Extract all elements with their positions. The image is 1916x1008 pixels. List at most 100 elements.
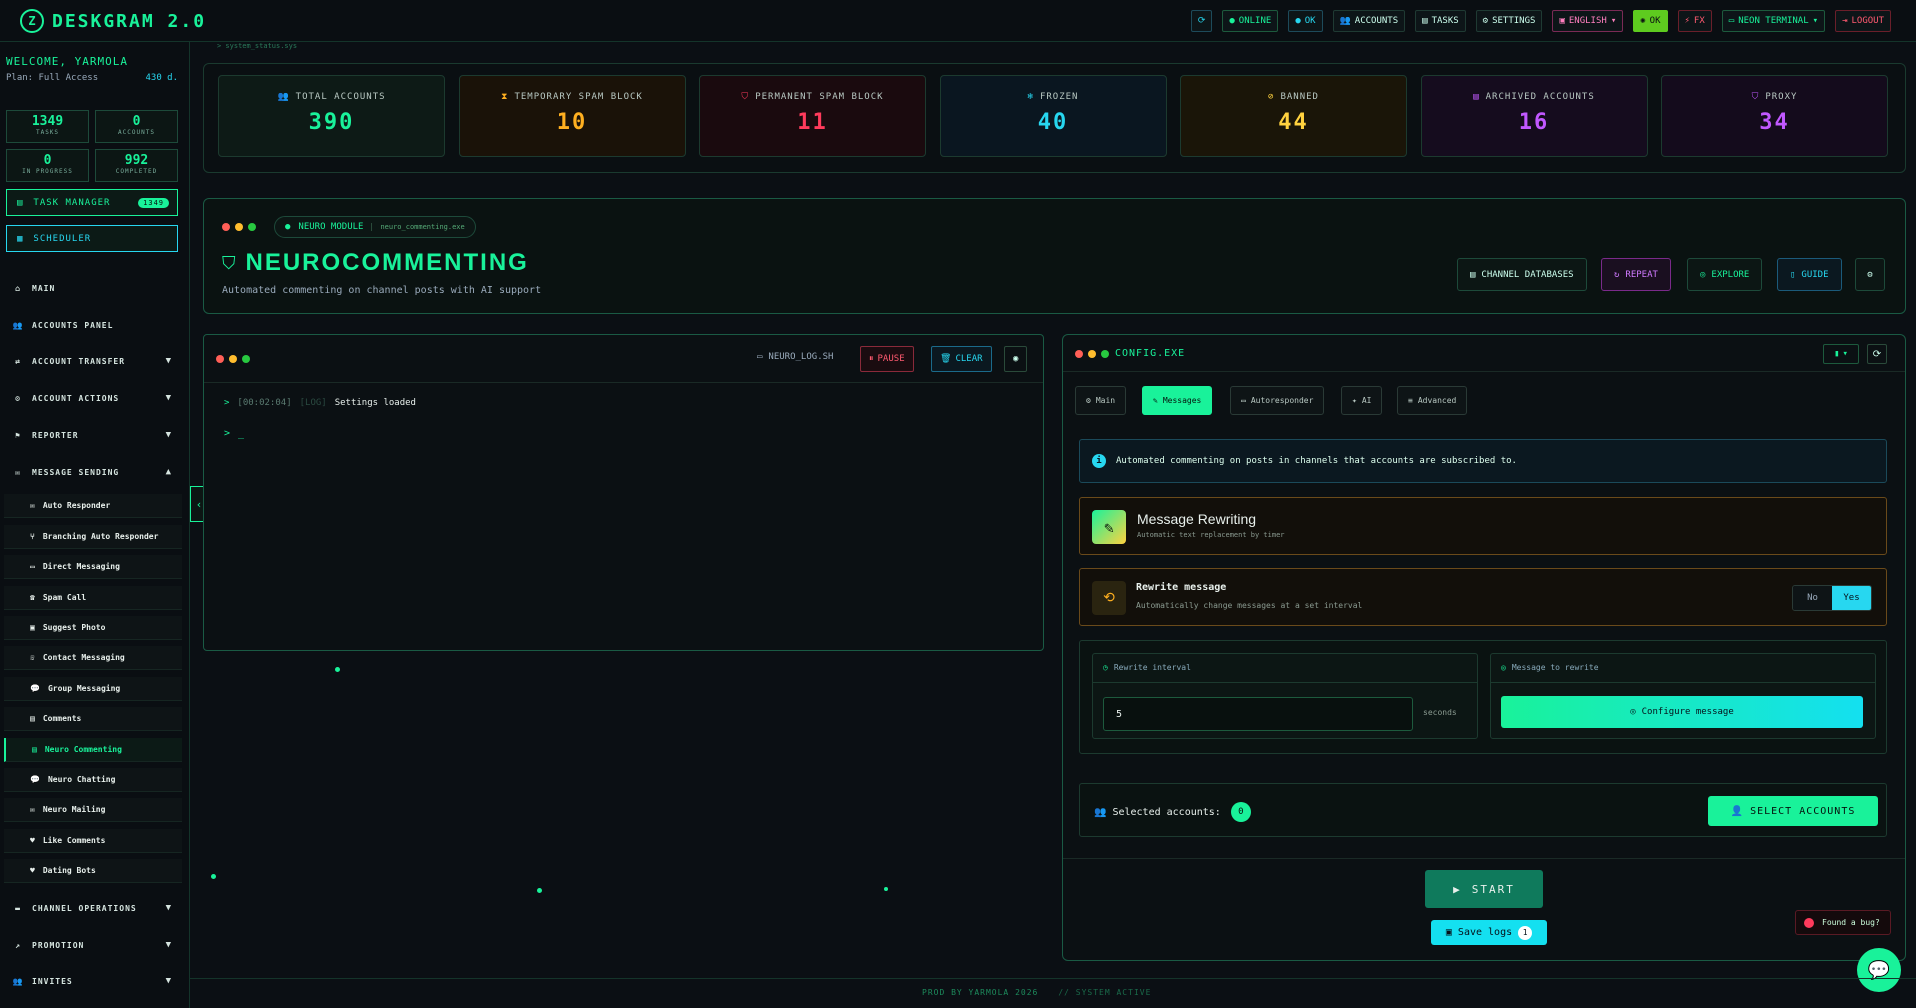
status-card-banned[interactable]: ⊘ BANNED 44 [1180,75,1407,157]
sub-group-messaging[interactable]: 💬 Group Messaging [4,677,182,701]
start-button[interactable]: ▶ START [1425,870,1543,908]
close-dot-icon[interactable] [222,223,230,231]
nav-channel-operations[interactable]: ▬ CHANNEL OPERATIONS ▼ [12,899,172,917]
window-controls [1075,350,1109,358]
save-logs-button[interactable]: ▣ Save logs 1 [1431,920,1547,945]
sub-neuro-commenting[interactable]: ▤ Neuro Commenting [4,738,182,762]
chat-support-button[interactable]: 💬 [1857,948,1901,992]
configure-message-button[interactable]: ◎ Configure message [1501,696,1863,728]
chart-icon: ↗ [15,940,21,950]
tab-advanced[interactable]: ≡ Advanced [1397,386,1468,415]
chevron-down-icon: ▼ [165,356,172,366]
repeat-button[interactable]: ↻ REPEAT [1601,258,1671,291]
theme-select[interactable]: ▭ NEON TERMINAL ▾ [1721,10,1826,32]
fx-button[interactable]: ⚡ FX [1677,10,1712,32]
clipboard-icon: ▤ [1422,16,1428,26]
nav-label: REPORTER [32,430,79,440]
scheduler-button[interactable]: ▦ SCHEDULER [6,225,178,252]
minimize-dot-icon[interactable] [1088,350,1096,358]
rewrite-toggle[interactable]: No Yes [1792,585,1872,611]
interval-input[interactable]: 5 [1103,697,1413,731]
accounts-button[interactable]: 👥 ACCOUNTS [1332,10,1406,32]
sub-contact-messaging[interactable]: ☏ Contact Messaging [4,646,182,670]
nav-promotion[interactable]: ↗ PROMOTION ▼ [12,936,172,954]
refresh-button[interactable]: ⟳ [1190,10,1213,32]
toggle-yes[interactable]: Yes [1832,586,1871,610]
tasks-button[interactable]: ▤ TASKS [1415,10,1466,32]
sub-comments[interactable]: ▤ Comments [4,707,182,731]
ok-status[interactable]: ● OK [1288,10,1323,32]
online-status[interactable]: ● ONLINE [1222,10,1279,32]
guide-button[interactable]: ▯ GUIDE [1777,258,1842,291]
footer: PROD BY YARMOLA 2026 // SYSTEM ACTIVE [922,988,1151,997]
status-card-permanent-spam-block[interactable]: ⛉ PERMANENT SPAM BLOCK 11 [699,75,926,157]
status-dot-icon: ● [1229,16,1235,26]
report-bug-button[interactable]: Found a bug? [1795,910,1891,935]
status-card-frozen[interactable]: ❄ FROZEN 40 [939,75,1167,157]
save-preset-dropdown[interactable]: ▮ ▾ [1823,344,1859,364]
minimize-dot-icon[interactable] [229,355,237,363]
nav-account-actions[interactable]: ⚙ ACCOUNT ACTIONS ▼ [12,389,172,407]
tab-messages[interactable]: ✎ Messages [1142,386,1213,415]
input-line[interactable]: > _ [224,428,244,439]
status-card-archived-accounts[interactable]: ▤ ARCHIVED ACCOUNTS 16 [1420,75,1648,157]
sub-dating-bots[interactable]: ♥ Dating Bots [4,859,182,883]
task-manager-button[interactable]: ▤ TASK MANAGER 1349 [6,189,178,216]
select-accounts-button[interactable]: 👤 SELECT ACCOUNTS [1708,796,1878,826]
clear-button[interactable]: 🗑 CLEAR [931,346,992,372]
maximize-dot-icon[interactable] [248,223,256,231]
card-title-row: 👥 TOTAL ACCOUNTS [219,92,444,102]
language-select[interactable]: ▣ ENGLISH ▾ [1552,10,1624,32]
card-title: TOTAL ACCOUNTS [295,92,386,102]
mail-icon: ✉ [30,501,35,510]
nav-main[interactable]: ⌂ MAIN [12,279,172,297]
sub-neuro-mailing[interactable]: ✉ Neuro Mailing [4,798,182,822]
sub-branching-auto-responder[interactable]: ⑂ Branching Auto Responder [4,525,182,549]
tab-autoresponder[interactable]: ▭ Autoresponder [1230,386,1325,415]
tab-ai[interactable]: ✦ AI [1341,386,1383,415]
log-line: > [00:02:04] [LOG] Settings loaded [224,398,416,408]
sub-suggest-photo[interactable]: ▣ Suggest Photo [4,616,182,640]
sub-neuro-chatting[interactable]: 💬 Neuro Chatting [4,768,182,792]
pause-button[interactable]: ⏸ PAUSE [860,346,914,372]
ok-button[interactable]: ✺ OK [1633,10,1668,32]
status-card-temporary-spam-block[interactable]: ⧗ TEMPORARY SPAM BLOCK 10 [458,75,686,157]
sub-direct-messaging[interactable]: ▭ Direct Messaging [4,555,182,579]
app-logo[interactable]: Z DESKGRAM 2.0 [20,9,206,33]
maximize-dot-icon[interactable] [1101,350,1109,358]
sub-spam-call[interactable]: ☎ Spam Call [4,586,182,610]
nav-label: MAIN [32,283,56,293]
settings-button[interactable]: ⚙ SETTINGS [1475,10,1543,32]
tab-main[interactable]: ⚙ Main [1075,386,1127,415]
sub-label: Dating Bots [42,866,96,875]
status-card-total-accounts[interactable]: 👥 TOTAL ACCOUNTS 390 [218,75,445,157]
nav-account-transfer[interactable]: ⇄ ACCOUNT TRANSFER ▼ [12,352,172,370]
nav-reporter[interactable]: ⚑ REPORTER ▼ [12,426,172,444]
close-dot-icon[interactable] [1075,350,1083,358]
sub-auto-responder[interactable]: ✉ Auto Responder [4,494,182,518]
toggle-no[interactable]: No [1793,586,1832,610]
nav-label: ACCOUNT TRANSFER [32,356,126,366]
sub-like-comments[interactable]: ♥ Like Comments [4,829,182,853]
module-settings-button[interactable]: ⚙ [1855,258,1885,291]
maximize-dot-icon[interactable] [242,355,250,363]
card-title-row: ⧗ TEMPORARY SPAM BLOCK [460,92,685,102]
divider [1063,371,1905,372]
edit-icon: ✎ [1153,396,1158,405]
stat-label: COMPLETED [115,168,158,175]
channel-databases-button[interactable]: ▤ CHANNEL DATABASES [1457,258,1587,291]
nav-accounts-panel[interactable]: 👥 ACCOUNTS PANEL [12,316,172,334]
footer-divider [190,978,1916,979]
reset-button[interactable]: ⟳ [1867,344,1887,364]
minimize-dot-icon[interactable] [235,223,243,231]
nav-invites[interactable]: 👥 INVITES ▼ [12,972,172,990]
view-button[interactable]: ◉ [1004,346,1028,372]
nav-message-sending[interactable]: ✉ MESSAGE SENDING ▲ [12,463,172,481]
row-title: Rewrite message [1136,582,1227,593]
gear-icon: ⚙ [1867,269,1873,280]
logout-button[interactable]: ⇥ LOGOUT [1835,10,1891,32]
close-dot-icon[interactable] [216,355,224,363]
status-card-proxy[interactable]: ⛉ PROXY 34 [1661,75,1888,157]
sub-label: Contact Messaging [42,653,125,662]
explore-button[interactable]: ◎ EXPLORE [1687,258,1763,291]
